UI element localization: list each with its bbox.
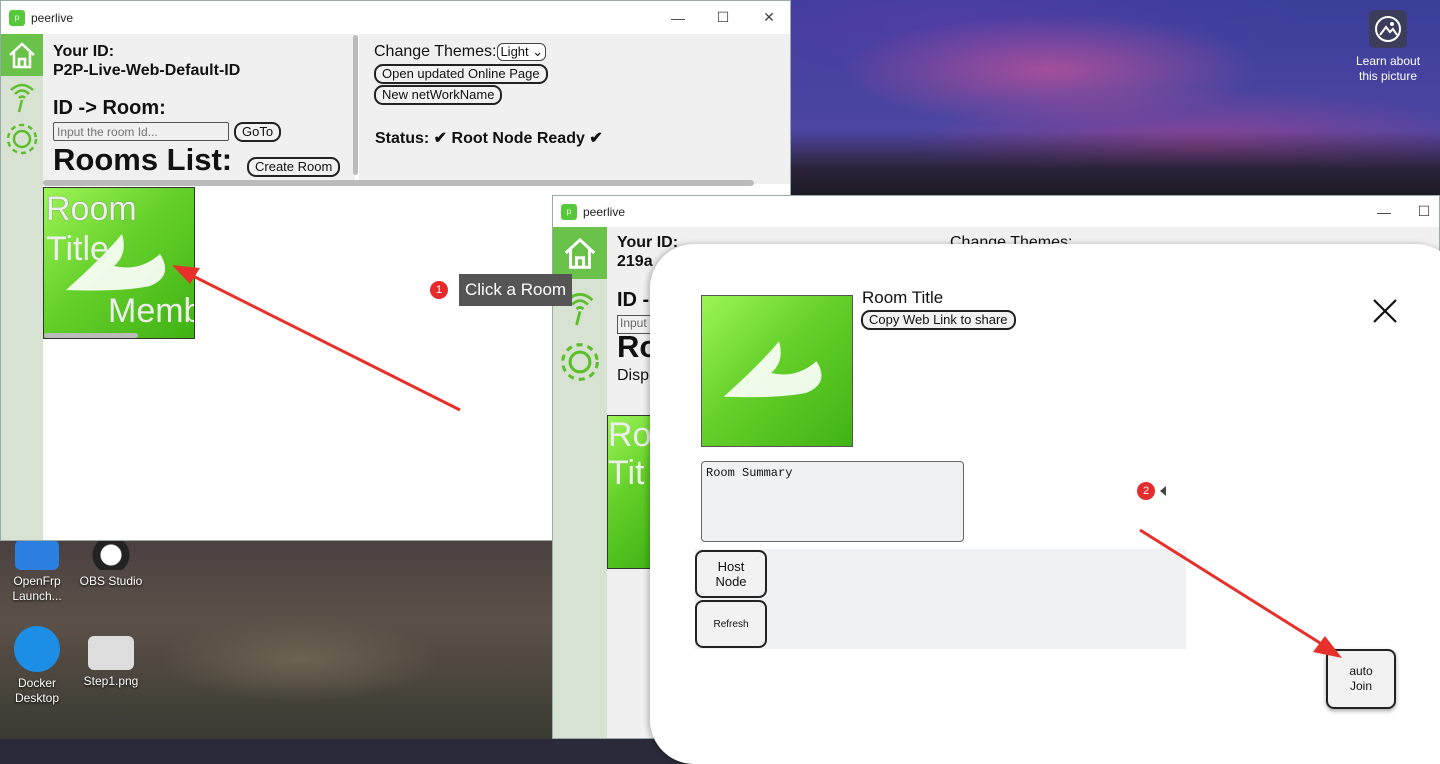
change-themes-label: Change Themes:: [374, 43, 497, 60]
click-room-tooltip: Click a Room: [459, 274, 573, 306]
obs-icon: [91, 540, 131, 570]
room-logo-icon: [723, 341, 822, 398]
desktop-icon-label: OpenFrp Launch...: [12, 574, 62, 603]
goto-button[interactable]: GoTo: [234, 122, 282, 142]
step-badge-2: 2: [1137, 482, 1155, 500]
step-badge-1: 1: [430, 281, 448, 299]
your-id-value: 219a: [617, 253, 653, 270]
maximize-button[interactable]: ☐: [1401, 196, 1439, 227]
peerlive-app-icon: p: [561, 203, 577, 220]
room-tile-members: Memb: [108, 292, 195, 330]
node-list-area: [695, 549, 1186, 649]
status-text: Status: ✔ Root Node Ready ✔: [375, 130, 603, 147]
gear-icon[interactable]: [1, 118, 43, 160]
room-summary-textarea[interactable]: Room Summary: [701, 461, 964, 542]
gear-icon[interactable]: [553, 337, 607, 387]
wifi-icon[interactable]: [1, 76, 43, 118]
desktop-icon-openfrp[interactable]: OpenFrp Launch...: [2, 540, 72, 604]
room-detail-modal: Room Title Copy Web Link to share Room S…: [650, 244, 1440, 764]
peerlive-app-icon: p: [9, 9, 25, 26]
copy-web-link-button[interactable]: Copy Web Link to share: [861, 310, 1016, 330]
your-id-label: Your ID:: [617, 234, 679, 251]
room-tile-scrollbar: [44, 333, 138, 338]
wallpaper-horizon: [790, 130, 1440, 195]
room-tile[interactable]: Room Title Memb: [43, 187, 195, 339]
refresh-label: Refresh: [713, 618, 749, 630]
id-panel: Your ID: P2P-Live-Web-Default-ID ID -> R…: [43, 34, 355, 184]
desktop-icon-docker[interactable]: Docker Desktop: [2, 626, 72, 706]
room-thumbnail: [701, 295, 853, 447]
change-themes-row: Change Themes: Light ⌄: [374, 43, 547, 61]
theme-select[interactable]: Light ⌄: [497, 43, 547, 61]
host-node-label: Host Node: [715, 559, 747, 589]
new-network-name-button[interactable]: New netWorkName: [374, 85, 503, 105]
chevron-down-icon: ⌄: [532, 44, 544, 59]
create-room-button[interactable]: Create Room: [247, 157, 341, 177]
title-bar: p peerlive — ☐ ✕: [1, 1, 790, 34]
desktop-icon-step1[interactable]: Step1.png: [76, 636, 146, 689]
learn-about-label: Learn about this picture: [1355, 54, 1421, 83]
horizontal-scrollbar[interactable]: [43, 180, 754, 186]
rooms-list-label: Rooms List:: [53, 142, 233, 177]
close-icon[interactable]: [1370, 296, 1400, 326]
room-tile-title-line1: Room: [46, 190, 137, 228]
room-id-input[interactable]: [53, 122, 229, 141]
home-icon[interactable]: [553, 227, 607, 279]
open-online-page-button[interactable]: Open updated Online Page: [374, 64, 548, 84]
window-title: peerlive: [31, 10, 74, 25]
camera-icon: [1369, 10, 1407, 48]
host-node-button[interactable]: Host Node: [695, 550, 767, 598]
desktop-icon-label: Docker Desktop: [14, 676, 60, 705]
refresh-button[interactable]: Refresh: [695, 600, 767, 648]
auto-join-label: auto Join: [1349, 664, 1373, 693]
learn-about-picture[interactable]: Learn about this picture: [1348, 10, 1428, 84]
desktop-icon-label: Step1.png: [83, 674, 139, 688]
docker-icon: [14, 626, 60, 672]
room-tile-title-line2: Title: [46, 230, 109, 268]
window-title: peerlive: [583, 204, 626, 219]
id-room-label: ID -> Room:: [53, 97, 166, 119]
your-id-label: Your ID:: [53, 43, 115, 60]
theme-selected-value: Light: [500, 44, 529, 59]
minimize-button[interactable]: —: [655, 1, 701, 34]
desktop-icon-obs[interactable]: OBS Studio: [76, 540, 146, 589]
maximize-button[interactable]: ☐: [700, 1, 746, 34]
title-bar: p peerlive — ☐: [553, 196, 1439, 227]
openfrp-icon: [15, 540, 59, 570]
id-room-label: ID -: [617, 289, 650, 311]
auto-join-button[interactable]: auto Join: [1326, 649, 1396, 709]
your-id-value: P2P-Live-Web-Default-ID: [53, 62, 241, 79]
display-label: Displ: [617, 367, 653, 384]
settings-panel: Change Themes: Light ⌄ Open updated Onli…: [359, 34, 790, 184]
image-file-icon: [88, 636, 134, 670]
desktop-icon-label: OBS Studio: [79, 574, 143, 588]
room-title: Room Title: [862, 288, 944, 307]
sidebar: [1, 34, 43, 540]
close-button[interactable]: ✕: [746, 1, 790, 34]
panel-splitter[interactable]: [353, 35, 358, 175]
home-icon[interactable]: [1, 34, 43, 76]
